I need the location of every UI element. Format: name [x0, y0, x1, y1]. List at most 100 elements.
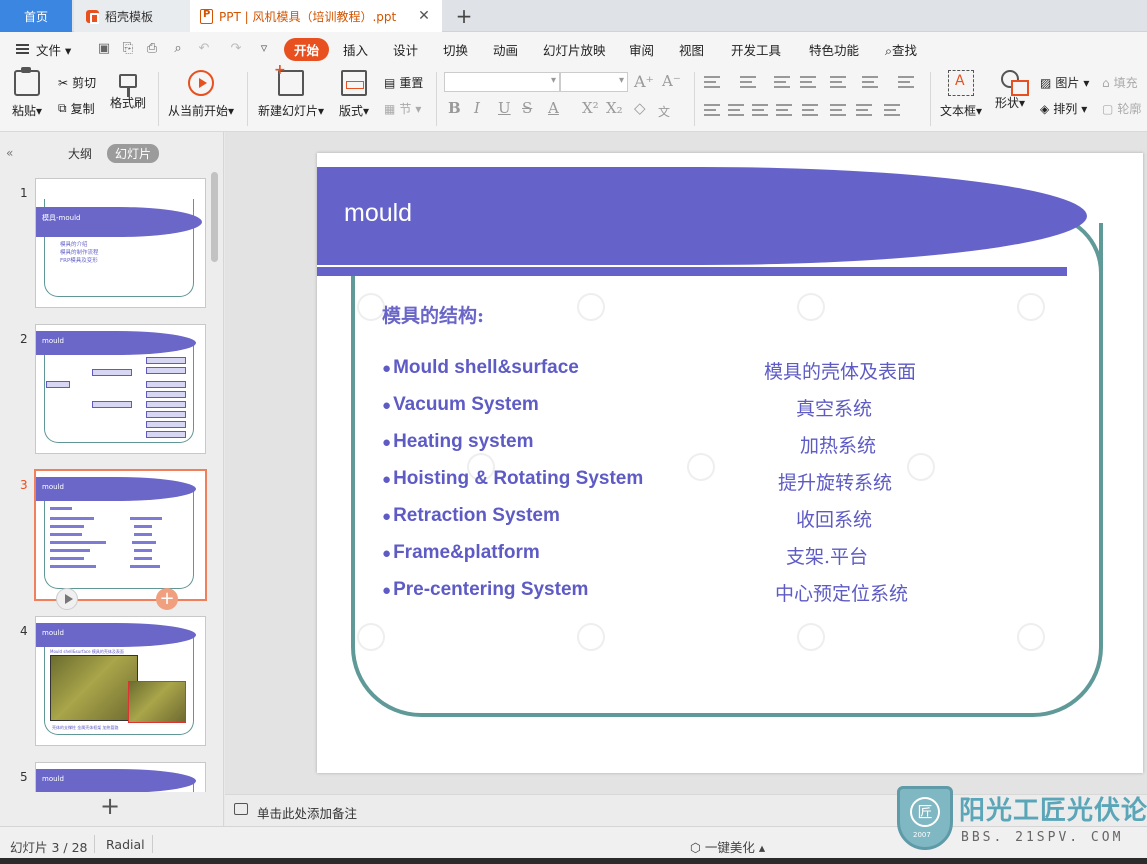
bullet-item-en[interactable]: Mould shell&surface — [382, 357, 579, 379]
print-icon[interactable]: ⎙ — [144, 41, 160, 57]
outline-button[interactable]: ▢ 轮廓 — [1102, 100, 1141, 117]
slide-title[interactable]: mould — [344, 199, 412, 228]
current-slide[interactable]: mould 模具的结构: Mould shell&surface 模具的壳体及表… — [317, 153, 1143, 773]
slide-thumbnail-2[interactable]: mould — [35, 324, 206, 454]
theme-name[interactable]: Radial — [106, 837, 145, 852]
arrange-button[interactable]: ◈ 排列 ▾ — [1040, 100, 1087, 117]
close-tab-icon[interactable]: ✕ — [416, 8, 432, 24]
italic-icon[interactable]: I — [474, 99, 480, 117]
align-text-icon[interactable] — [862, 76, 878, 88]
numbered-list-icon[interactable] — [740, 76, 756, 88]
font-color-icon[interactable]: A — [548, 99, 559, 117]
superscript-icon[interactable]: X² — [582, 99, 599, 117]
menu-animation[interactable]: 动画 — [493, 40, 518, 59]
smart-art-icon[interactable] — [884, 104, 900, 116]
tab-docer-template[interactable]: 稻壳模板 — [74, 0, 190, 32]
bullet-item-cn[interactable]: 模具的壳体及表面 — [764, 357, 916, 384]
tab-outline[interactable]: 大纲 — [68, 145, 92, 162]
font-family-select[interactable] — [444, 72, 560, 92]
distributed-icon[interactable] — [802, 104, 818, 116]
bullet-list-icon[interactable] — [704, 76, 720, 88]
menu-file[interactable]: 文件 ▾ — [36, 40, 71, 59]
layout-button[interactable]: 版式▾ — [339, 70, 369, 119]
bullet-item-en[interactable]: Frame&platform — [382, 542, 540, 564]
justify-icon[interactable] — [776, 104, 792, 116]
redo-icon[interactable]: ↷ — [228, 41, 244, 57]
paragraph-spacing-icon[interactable] — [830, 104, 846, 116]
cut-button[interactable]: ✂ 剪切 — [58, 74, 96, 91]
column-icon[interactable] — [856, 104, 872, 116]
save-icon[interactable]: ▣ — [96, 41, 112, 57]
slide-thumbnail-3[interactable]: mould — [34, 469, 207, 601]
reset-button[interactable]: ▤ 重置 — [384, 74, 423, 91]
bullet-item-en[interactable]: Hoisting & Rotating System — [382, 468, 643, 490]
slide-thumbnail-4[interactable]: mould Mould shell&surface 模具的壳体及表面 壳体的支撑… — [35, 616, 206, 746]
undo-icon[interactable]: ↶ — [196, 41, 212, 57]
align-right-icon[interactable] — [752, 104, 768, 116]
bullet-item-cn[interactable]: 支架.平台 — [786, 542, 868, 569]
slide-thumbnail-1[interactable]: 模具-mould 模具的介绍 模具的制作流程 FRP模具及变形 — [35, 178, 206, 308]
text-direction-icon[interactable] — [830, 76, 846, 88]
bullet-item-en[interactable]: Heating system — [382, 431, 533, 453]
bullet-item-cn[interactable]: 加热系统 — [800, 431, 876, 458]
tab-home[interactable]: 首页 — [0, 0, 72, 32]
collapse-panel-icon[interactable]: « — [6, 146, 13, 160]
menu-developer[interactable]: 开发工具 — [731, 40, 781, 59]
menu-special[interactable]: 特色功能 — [809, 40, 859, 59]
paste-button[interactable]: 粘贴▾ — [12, 67, 42, 119]
slide-thumbnail-5[interactable]: mould — [35, 762, 206, 792]
tab-slides[interactable]: 幻灯片 — [107, 144, 160, 163]
decrease-indent-icon[interactable] — [774, 76, 790, 88]
underline-icon[interactable]: U — [498, 99, 511, 117]
hamburger-icon[interactable] — [16, 44, 29, 54]
new-tab-button[interactable]: + — [452, 0, 476, 32]
align-center-icon[interactable] — [728, 104, 744, 116]
strikethrough-icon[interactable]: S — [522, 99, 532, 117]
subscript-icon[interactable]: X₂ — [606, 99, 623, 117]
tab-document[interactable]: PPT | 风机模具（培训教程）.ppt ✕ — [190, 0, 442, 32]
phonetic-guide-icon[interactable]: 文 — [658, 103, 670, 120]
align-left-icon[interactable] — [704, 104, 720, 116]
fill-button[interactable]: ⌂ 填充 — [1102, 74, 1138, 91]
menu-review[interactable]: 审阅 — [629, 40, 654, 59]
picture-button[interactable]: ▨ 图片 ▾ — [1040, 74, 1089, 91]
line-spacing-icon[interactable] — [898, 76, 914, 88]
bullet-item-cn[interactable]: 收回系统 — [796, 505, 872, 532]
grow-font-icon[interactable]: A⁺ — [634, 72, 654, 91]
play-from-current-button[interactable]: 从当前开始▾ — [168, 70, 234, 119]
shrink-font-icon[interactable]: A⁻ — [662, 72, 681, 90]
one-click-beautify-button[interactable]: ⬡ 一键美化 ▴ — [690, 837, 765, 856]
copy-button[interactable]: ⧉ 复制 — [58, 100, 95, 117]
notes-placeholder[interactable]: 单击此处添加备注 — [257, 803, 357, 822]
increase-indent-icon[interactable] — [800, 76, 816, 88]
shape-button[interactable]: 形状▾ — [995, 70, 1030, 111]
bullet-item-en[interactable]: Vacuum System — [382, 394, 539, 416]
textbox-button[interactable]: 文本框▾ — [940, 70, 982, 119]
bold-icon[interactable]: B — [448, 99, 461, 117]
export-icon[interactable]: ⎘ — [120, 41, 136, 57]
customize-dropdown-icon[interactable]: ▿ — [256, 41, 272, 57]
menu-home[interactable]: 开始 — [284, 38, 330, 61]
format-painter-button[interactable]: 格式刷 — [110, 70, 146, 111]
menu-transition[interactable]: 切换 — [443, 40, 468, 59]
preview-icon[interactable]: ⌕ — [170, 41, 186, 57]
new-slide-button[interactable]: 新建幻灯片▾ — [258, 62, 324, 119]
play-slide-icon[interactable] — [56, 588, 78, 610]
clear-format-icon[interactable]: ◇ — [634, 99, 646, 117]
menu-insert[interactable]: 插入 — [343, 40, 368, 59]
slide-heading[interactable]: 模具的结构: — [382, 301, 484, 328]
section-button[interactable]: ▦ 节 ▾ — [384, 100, 421, 117]
bullet-item-cn[interactable]: 提升旋转系统 — [778, 468, 892, 495]
bullet-item-cn[interactable]: 中心预定位系统 — [775, 579, 908, 606]
menu-search[interactable]: ⌕查找 — [885, 40, 917, 59]
add-slide-button[interactable]: + — [100, 792, 120, 820]
font-size-select[interactable] — [560, 72, 628, 92]
menu-design[interactable]: 设计 — [393, 40, 418, 59]
bullet-item-en[interactable]: Retraction System — [382, 505, 560, 527]
thumbnail-scrollbar[interactable] — [211, 172, 218, 262]
insert-slide-icon[interactable]: + — [156, 588, 178, 610]
bullet-item-cn[interactable]: 真空系统 — [796, 394, 872, 421]
menu-view[interactable]: 视图 — [679, 40, 704, 59]
menu-slideshow[interactable]: 幻灯片放映 — [543, 40, 606, 59]
bullet-item-en[interactable]: Pre-centering System — [382, 579, 588, 601]
